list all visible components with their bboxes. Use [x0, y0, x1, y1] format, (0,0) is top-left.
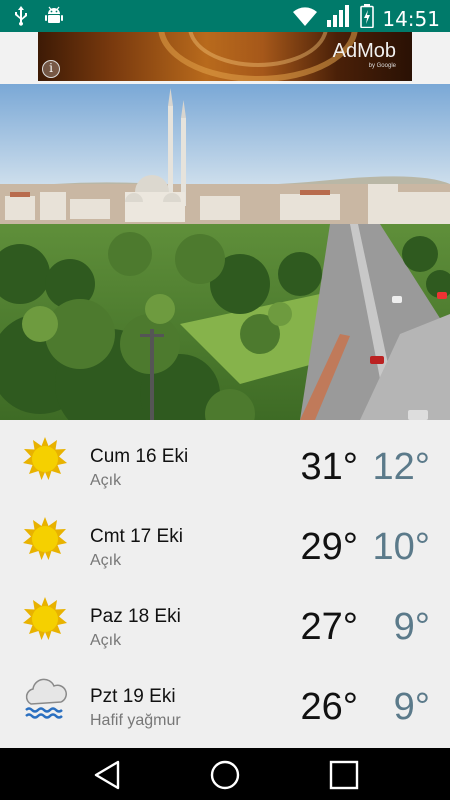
city-photo [0, 84, 450, 420]
forecast-date: Cmt 17 Eki [90, 526, 183, 547]
navigation-bar [0, 748, 450, 800]
forecast-date: Paz 18 Eki [90, 606, 181, 627]
usb-icon [14, 6, 28, 31]
forecast-condition: Açık [90, 472, 122, 489]
forecast-date: Pzt 19 Eki [90, 686, 176, 707]
sun-icon [22, 516, 68, 562]
android-debug-icon [44, 6, 64, 31]
status-time: 14:51 [382, 6, 440, 31]
forecast-high-temp: 31° [300, 446, 358, 488]
forecast-high-temp: 29° [300, 526, 358, 568]
status-bar: 14:51 [0, 0, 450, 32]
ad-banner[interactable]: i AdMob by Google [38, 32, 412, 81]
forecast-row[interactable]: Cum 16 Eki Açık 31° 12° [0, 420, 450, 500]
forecast-low-temp: 12° [372, 446, 430, 488]
forecast-row[interactable]: Paz 18 Eki Açık 27° 9° [0, 580, 450, 660]
cell-signal-icon [326, 4, 352, 33]
ad-area: i AdMob by Google [0, 32, 450, 84]
forecast-condition: Açık [90, 552, 122, 569]
forecast-high-temp: 26° [300, 686, 358, 728]
ad-brand: AdMob [332, 40, 396, 62]
forecast-condition: Açık [90, 632, 122, 649]
ad-brand-sub: by Google [368, 63, 396, 69]
forecast-low-temp: 10° [372, 526, 430, 568]
ad-info-icon[interactable]: i [42, 60, 60, 78]
battery-charging-icon [360, 4, 375, 33]
forecast-date: Cum 16 Eki [90, 446, 189, 467]
home-icon[interactable] [208, 758, 242, 792]
forecast-high-temp: 27° [300, 606, 358, 648]
sun-icon [22, 436, 68, 482]
back-icon[interactable] [90, 758, 124, 792]
forecast-low-temp: 9° [393, 686, 430, 728]
forecast-condition: Hafif yağmur [90, 712, 181, 729]
cloud-rain-icon [22, 676, 68, 722]
recents-icon[interactable] [327, 758, 361, 792]
forecast-list: Cum 16 Eki Açık 31° 12° Cmt 17 Eki Açık … [0, 420, 450, 748]
forecast-low-temp: 9° [393, 606, 430, 648]
forecast-row[interactable]: Pzt 19 Eki Hafif yağmur 26° 9° [0, 660, 450, 740]
wifi-icon [292, 5, 318, 32]
sun-icon [22, 596, 68, 642]
forecast-row[interactable]: Cmt 17 Eki Açık 29° 10° [0, 500, 450, 580]
